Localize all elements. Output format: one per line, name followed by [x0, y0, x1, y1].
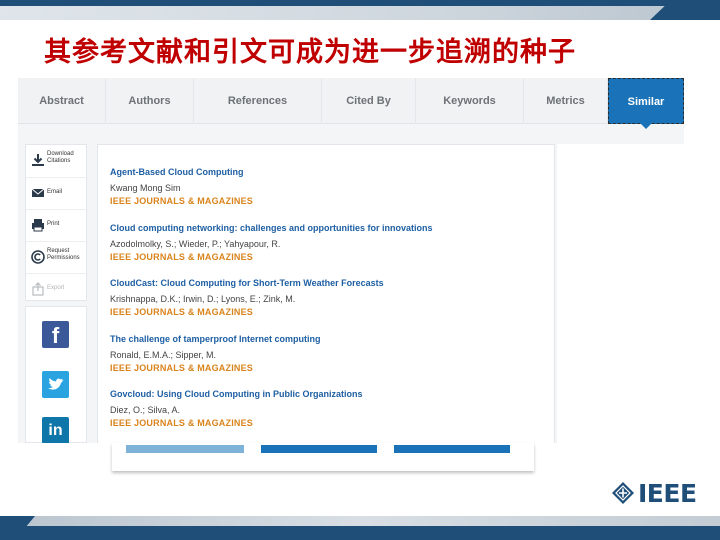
article-publication[interactable]: IEEE JOURNALS & MAGAZINES [110, 418, 550, 429]
export-label: Export [47, 285, 65, 291]
tab-metrics[interactable]: Metrics [524, 78, 608, 124]
article-title-link[interactable]: The challenge of tamperproof Internet co… [110, 334, 550, 345]
tab-abstract[interactable]: Abstract [18, 78, 106, 124]
download-citations-label: Download Citations [47, 151, 74, 164]
article-publication[interactable]: IEEE JOURNALS & MAGAZINES [110, 307, 550, 318]
download-citations-button[interactable]: Download Citations [26, 145, 88, 177]
tab-cited-by[interactable]: Cited By [322, 78, 416, 124]
top-decorative-band [0, 0, 720, 22]
lower-card-edge [112, 443, 534, 471]
ieee-wordmark: IEEE [638, 479, 697, 508]
slide: 其参考文献和引文可成为进一步追溯的种子 Abstract Authors Ref… [0, 0, 720, 540]
slide-title: 其参考文献和引文可成为进一步追溯的种子 [44, 37, 576, 68]
article-authors: Kwang Mong Sim [110, 183, 181, 193]
twitter-bird-icon [48, 378, 64, 390]
article-publication[interactable]: IEEE JOURNALS & MAGAZINES [110, 252, 550, 263]
copyright-icon [31, 250, 45, 264]
article-authors: Diez, O.; Silva, A. [110, 405, 181, 415]
article-tools-panel: Download Citations Email Print Request P… [25, 144, 88, 302]
tab-references[interactable]: References [194, 78, 322, 124]
list-item: CloudCast: Cloud Computing for Short-Ter… [110, 278, 550, 318]
print-button[interactable]: Print [26, 209, 88, 241]
linkedin-icon[interactable]: in [42, 417, 69, 443]
article-title-link[interactable]: Agent-Based Cloud Computing [110, 167, 550, 178]
ieee-diamond-icon [612, 482, 634, 504]
facebook-icon[interactable]: f [42, 321, 69, 348]
article-authors: Ronald, E.M.A.; Sipper, M. [110, 350, 217, 360]
ieee-logo: IEEE [612, 480, 702, 508]
similar-articles-list: Agent-Based Cloud Computing Kwang Mong S… [97, 144, 555, 443]
social-share-panel: f in [25, 306, 87, 443]
request-permissions-label: Request Permissions [47, 248, 80, 261]
bottom-decorative-band [0, 516, 720, 540]
print-icon [32, 219, 44, 232]
lower-bar [126, 445, 244, 453]
article-title-link[interactable]: Cloud computing networking: challenges a… [110, 223, 550, 234]
article-title-link[interactable]: CloudCast: Cloud Computing for Short-Ter… [110, 278, 550, 289]
article-title-link[interactable]: Govcloud: Using Cloud Computing in Publi… [110, 389, 550, 400]
article-tab-bar: Abstract Authors References Cited By Key… [18, 78, 684, 129]
tab-authors[interactable]: Authors [106, 78, 194, 124]
tab-keywords[interactable]: Keywords [416, 78, 524, 124]
ieee-xplore-screenshot: Abstract Authors References Cited By Key… [18, 78, 684, 443]
list-item: Cloud computing networking: challenges a… [110, 223, 550, 263]
export-button[interactable]: Export [26, 273, 88, 302]
article-authors: Krishnappa, D.K.; Irwin, D.; Lyons, E.; … [110, 294, 296, 304]
article-publication[interactable]: IEEE JOURNALS & MAGAZINES [110, 196, 550, 207]
export-icon [32, 282, 44, 296]
list-item: Agent-Based Cloud Computing Kwang Mong S… [110, 167, 550, 207]
email-icon [31, 188, 45, 197]
list-item: The challenge of tamperproof Internet co… [110, 334, 550, 374]
article-authors: Azodolmolky, S.; Wieder, P.; Yahyapour, … [110, 239, 281, 249]
lower-bar [394, 445, 510, 453]
right-column [557, 144, 684, 443]
download-icon [32, 154, 44, 166]
print-label: Print [47, 221, 60, 227]
tab-similar[interactable]: Similar [608, 78, 684, 129]
twitter-icon[interactable] [42, 371, 69, 398]
email-label: Email [47, 189, 63, 195]
lower-bar [261, 445, 377, 453]
article-publication[interactable]: IEEE JOURNALS & MAGAZINES [110, 363, 550, 374]
email-button[interactable]: Email [26, 177, 88, 209]
list-item: Govcloud: Using Cloud Computing in Publi… [110, 389, 550, 429]
request-permissions-button[interactable]: Request Permissions [26, 241, 88, 273]
